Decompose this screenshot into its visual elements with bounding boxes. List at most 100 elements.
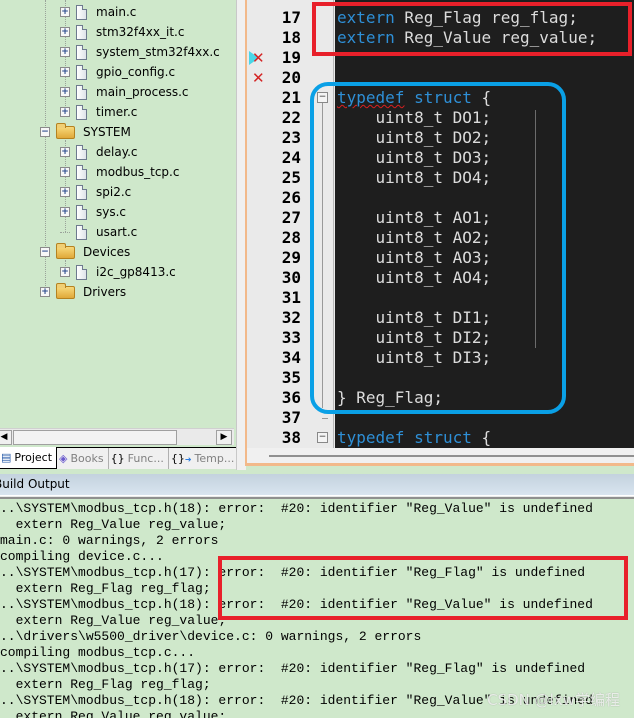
tree-file[interactable]: + main_process.c bbox=[60, 82, 189, 102]
tree-folder[interactable]: + Drivers bbox=[40, 282, 126, 302]
build-output-line: extern Reg_Flag reg_flag; bbox=[0, 677, 211, 692]
tree-connector bbox=[60, 231, 70, 233]
file-icon bbox=[76, 184, 87, 200]
tab-label: Project bbox=[14, 451, 53, 464]
build-output-line: compiling modbus_tcp.c... bbox=[0, 645, 196, 660]
expand-icon[interactable]: + bbox=[60, 207, 70, 217]
error-marker-icon[interactable]: ✕ bbox=[252, 48, 265, 68]
project-tree: + main.c + stm32f4xx_it.c + system_stm32f4xx.… bbox=[0, 0, 236, 428]
expand-icon[interactable]: + bbox=[60, 147, 70, 157]
project-icon: ▤ bbox=[1, 451, 12, 464]
tree-item-label: sys.c bbox=[96, 205, 127, 219]
tree-file[interactable]: + main.c bbox=[60, 2, 136, 22]
expand-icon[interactable]: + bbox=[60, 7, 70, 17]
line-number: 34 bbox=[281, 348, 301, 367]
expand-icon[interactable]: + bbox=[60, 167, 70, 177]
code-line: typedef struct { bbox=[337, 428, 491, 448]
file-icon bbox=[76, 84, 87, 100]
scroll-left-arrow-icon[interactable]: ◀ bbox=[0, 430, 12, 445]
tree-folder[interactable]: − SYSTEM bbox=[40, 122, 131, 142]
tree-file[interactable]: + delay.c bbox=[60, 142, 138, 162]
build-output-line: extern Reg_Flag reg_flag; bbox=[0, 581, 211, 596]
build-output-line: compiling device.c... bbox=[0, 549, 164, 564]
folder-open-icon bbox=[56, 242, 75, 259]
line-number: 33 bbox=[281, 328, 301, 347]
tree-file[interactable]: + system_stm32f4xx.c bbox=[60, 42, 220, 62]
tab-functions[interactable]: {} Func... bbox=[109, 448, 169, 469]
editor-horizontal-scrollbar[interactable] bbox=[247, 448, 634, 463]
line-number: 24 bbox=[281, 148, 301, 167]
tree-item-label: i2c_gp8413.c bbox=[96, 265, 176, 279]
collapse-icon[interactable]: − bbox=[40, 127, 50, 137]
tree-file[interactable]: + spi2.c bbox=[60, 182, 131, 202]
line-number: 36 bbox=[281, 388, 301, 407]
collapse-icon[interactable]: − bbox=[40, 247, 50, 257]
scrollbar-track[interactable] bbox=[269, 455, 634, 457]
build-output-title: Build Output bbox=[0, 477, 70, 491]
file-icon bbox=[76, 24, 87, 40]
tree-item-label: Devices bbox=[83, 245, 131, 259]
line-number: 22 bbox=[281, 108, 301, 127]
books-icon: ◈ bbox=[59, 452, 68, 465]
build-output-line: extern Reg_Value reg_value; bbox=[0, 709, 227, 718]
templates-icon: {}➜ bbox=[170, 452, 192, 465]
build-output-line: main.c: 0 warnings, 2 errors bbox=[0, 533, 219, 548]
expand-icon[interactable]: + bbox=[60, 187, 70, 197]
line-number: 26 bbox=[281, 188, 301, 207]
keyword: struct bbox=[414, 428, 472, 447]
scroll-right-arrow-icon[interactable]: ▶ bbox=[216, 430, 232, 445]
build-output-line: ..\SYSTEM\modbus_tcp.h(17): error: #20: … bbox=[0, 661, 586, 676]
tree-file[interactable]: usart.c bbox=[60, 222, 137, 242]
line-number: 28 bbox=[281, 228, 301, 247]
line-number: 19 bbox=[281, 48, 301, 67]
tree-file[interactable]: + stm32f4xx_it.c bbox=[60, 22, 184, 42]
tree-folder[interactable]: − Devices bbox=[40, 242, 130, 262]
functions-icon: {} bbox=[110, 452, 125, 465]
tab-project[interactable]: ▤ Project bbox=[0, 447, 58, 469]
line-number: 21 bbox=[281, 88, 301, 107]
line-number: 37 bbox=[281, 408, 301, 427]
expand-icon[interactable]: + bbox=[60, 47, 70, 57]
tree-item-label: spi2.c bbox=[96, 185, 132, 199]
tab-books[interactable]: ◈ Books bbox=[57, 448, 109, 469]
tree-item-label: usart.c bbox=[96, 225, 138, 239]
tab-templates[interactable]: {}➜ Temp... bbox=[169, 448, 240, 469]
tree-item-label: stm32f4xx_it.c bbox=[96, 25, 185, 39]
line-number: 31 bbox=[281, 288, 301, 307]
tree-file[interactable]: + i2c_gp8413.c bbox=[60, 262, 176, 282]
tab-label: Func... bbox=[127, 452, 164, 465]
build-output-line: extern Reg_Value reg_value; bbox=[0, 517, 227, 532]
tree-file[interactable]: + gpio_config.c bbox=[60, 62, 175, 82]
project-pane: + main.c + stm32f4xx_it.c + system_stm32f4xx.… bbox=[0, 0, 240, 470]
file-icon bbox=[76, 104, 87, 120]
error-marker-icon[interactable]: ✕ bbox=[252, 68, 265, 88]
file-icon bbox=[76, 204, 87, 220]
expand-icon[interactable]: + bbox=[40, 287, 50, 297]
fold-collapse-icon[interactable]: − bbox=[317, 432, 328, 443]
expand-icon[interactable]: + bbox=[60, 107, 70, 117]
build-output-panel[interactable]: extern Reg_Value reg_value; ..\SYSTEM\mod… bbox=[0, 499, 634, 718]
tree-file[interactable]: + timer.c bbox=[60, 102, 137, 122]
expand-icon[interactable]: + bbox=[60, 27, 70, 37]
line-number: 25 bbox=[281, 168, 301, 187]
expand-icon[interactable]: + bbox=[60, 67, 70, 77]
tree-horizontal-scrollbar[interactable]: ◀ ▶ bbox=[0, 428, 234, 445]
build-output-line: ..\drivers\w5500_driver\device.c: 0 warn… bbox=[0, 629, 422, 644]
tree-item-label: SYSTEM bbox=[83, 125, 131, 139]
line-number: 38 bbox=[281, 428, 301, 447]
annotation-reg-flag-struct bbox=[310, 82, 566, 414]
tree-item-label: delay.c bbox=[96, 145, 138, 159]
tree-file[interactable]: + modbus_tcp.c bbox=[60, 162, 179, 182]
build-output-line: ..\SYSTEM\modbus_tcp.h(18): error: #20: … bbox=[0, 501, 593, 516]
tree-item-label: Drivers bbox=[83, 285, 127, 299]
line-number: 27 bbox=[281, 208, 301, 227]
file-icon bbox=[76, 224, 87, 240]
expand-icon[interactable]: + bbox=[60, 267, 70, 277]
fold-end-marker bbox=[322, 418, 328, 419]
scrollbar-thumb[interactable] bbox=[13, 430, 177, 445]
build-output-header: Build Output bbox=[0, 474, 634, 495]
tree-item-label: gpio_config.c bbox=[96, 65, 176, 79]
expand-icon[interactable]: + bbox=[60, 87, 70, 97]
tree-file[interactable]: + sys.c bbox=[60, 202, 126, 222]
